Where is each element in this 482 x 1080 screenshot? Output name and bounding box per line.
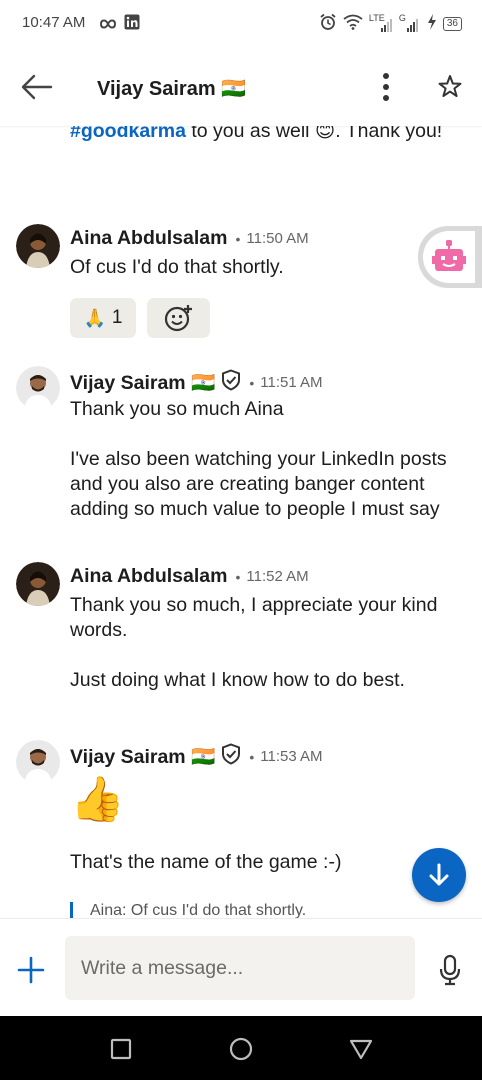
more-options-button[interactable] xyxy=(372,70,400,104)
avatar[interactable] xyxy=(16,740,60,784)
status-time: 10:47 AM xyxy=(22,14,86,31)
reaction-pill[interactable]: 🙏 1 xyxy=(70,298,136,338)
status-right-icons: LTE G 36 xyxy=(319,13,462,35)
avatar[interactable] xyxy=(16,562,60,606)
message-header: Vijay Sairam 🇮🇳 • 11:53 AM xyxy=(70,743,323,770)
recents-button[interactable] xyxy=(108,1036,134,1062)
home-circle-icon xyxy=(229,1037,253,1061)
reactions-row: 🙏 1 xyxy=(70,298,210,338)
status-bar: 10:47 AM LTE G 36 xyxy=(0,0,482,48)
message-body: 👍 That's the name of the game :-) xyxy=(70,772,455,875)
avatar[interactable] xyxy=(16,224,60,268)
microphone-icon xyxy=(439,954,461,986)
star-button[interactable] xyxy=(436,72,464,102)
more-vert-icon xyxy=(383,73,389,101)
separator-dot: • xyxy=(235,568,241,585)
message-paragraph: Just doing what I know how to do best. xyxy=(70,669,405,691)
message-paragraph: Thank you so much Aina xyxy=(70,398,284,420)
add-reaction-icon xyxy=(164,305,192,332)
message-paragraph: Of cus I'd do that shortly. xyxy=(70,256,284,278)
home-button[interactable] xyxy=(228,1036,254,1062)
message-body: Thank you so much, I appreciate your kin… xyxy=(70,593,455,693)
message-time: 11:52 AM xyxy=(246,568,309,585)
sender-name[interactable]: Aina Abdulsalam xyxy=(70,227,227,250)
hashtag-link[interactable]: #goodkarma xyxy=(70,126,186,142)
message-paragraph: That's the name of the game :-) xyxy=(70,851,342,873)
message-list[interactable]: #goodkarma to you as well 😊. Thank you! … xyxy=(0,126,482,918)
linkedin-icon xyxy=(124,14,140,34)
assistant-bubble-inner xyxy=(423,231,475,283)
star-icon xyxy=(438,75,462,97)
status-left-icons xyxy=(99,14,140,34)
recents-square-icon xyxy=(110,1038,132,1060)
message-time: 11:53 AM xyxy=(260,748,323,765)
messaging-screen: 10:47 AM LTE G 36 Vijay Sairam 🇮🇳 #goodk… xyxy=(0,0,482,1080)
reaction-count: 1 xyxy=(111,307,123,328)
previous-message-tail: #goodkarma to you as well 😊. Thank you! xyxy=(70,126,450,144)
separator-dot: • xyxy=(249,374,255,391)
back-triangle-icon xyxy=(349,1039,373,1060)
conversation-header: Vijay Sairam 🇮🇳 xyxy=(0,48,482,126)
contact-name[interactable]: Vijay Sairam 🇮🇳 xyxy=(97,76,246,101)
sender-name[interactable]: Aina Abdulsalam xyxy=(70,565,227,588)
arrow-down-icon xyxy=(429,863,449,886)
attach-button[interactable] xyxy=(16,955,46,985)
reaction-emoji: 🙏 xyxy=(83,307,106,328)
separator-dot: • xyxy=(235,230,241,247)
thumbs-up-emoji: 👍 xyxy=(70,775,125,824)
message-header: Vijay Sairam 🇮🇳 • 11:51 AM xyxy=(70,369,323,396)
lte-signal-icon: LTE xyxy=(369,13,393,33)
infinity-icon xyxy=(99,16,117,33)
avatar[interactable] xyxy=(16,366,60,410)
voice-message-button[interactable] xyxy=(436,953,464,987)
message-header: Aina Abdulsalam • 11:50 AM xyxy=(70,227,309,250)
sender-name[interactable]: Vijay Sairam 🇮🇳 xyxy=(70,371,215,395)
message-composer xyxy=(0,918,482,1017)
message-time: 11:51 AM xyxy=(260,374,323,391)
wifi-icon xyxy=(343,14,363,34)
back-nav-button[interactable] xyxy=(348,1036,374,1062)
verified-badge-icon xyxy=(221,369,241,396)
message-header: Aina Abdulsalam • 11:52 AM xyxy=(70,565,309,588)
battery-indicator: 36 xyxy=(442,17,462,31)
message-time: 11:50 AM xyxy=(246,230,309,247)
system-nav-bar xyxy=(0,1016,482,1080)
message-input[interactable] xyxy=(65,936,415,1000)
signal-icon: G xyxy=(399,13,421,33)
sender-name[interactable]: Vijay Sairam 🇮🇳 xyxy=(70,745,215,769)
message-body: Of cus I'd do that shortly. xyxy=(70,255,455,280)
previous-message-text: to you as well 😊. Thank you! xyxy=(185,126,443,142)
reply-quote[interactable]: Aina: Of cus I'd do that shortly. xyxy=(70,902,306,918)
alarm-icon xyxy=(319,13,337,35)
verified-badge-icon xyxy=(221,743,241,770)
back-arrow-icon xyxy=(21,74,53,100)
robot-icon xyxy=(432,240,466,271)
assistant-bubble[interactable] xyxy=(418,226,482,288)
plus-icon xyxy=(17,956,45,984)
charging-icon xyxy=(427,14,437,34)
separator-dot: • xyxy=(249,748,255,765)
message-paragraph: I've also been watching your LinkedIn po… xyxy=(70,448,447,520)
scroll-to-bottom-button[interactable] xyxy=(412,848,466,902)
message-paragraph: Thank you so much, I appreciate your kin… xyxy=(70,594,438,641)
add-reaction-button[interactable] xyxy=(147,298,210,338)
message-body: Thank you so much Aina I've also been wa… xyxy=(70,397,455,522)
back-button[interactable] xyxy=(20,70,54,104)
